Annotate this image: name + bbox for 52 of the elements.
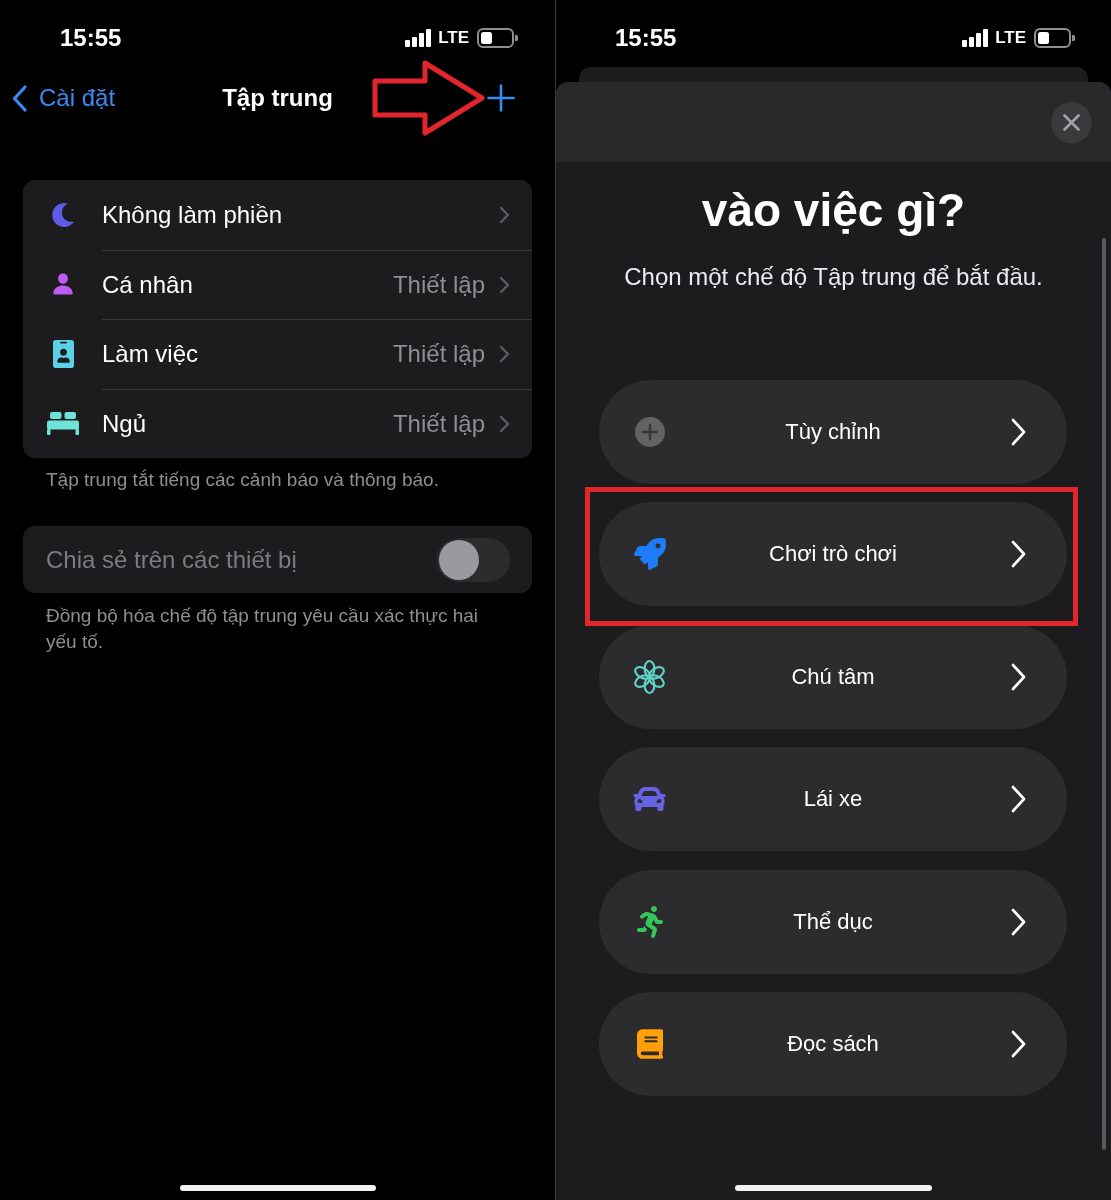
plus-circle-icon bbox=[634, 417, 665, 447]
nav-title: Tập trung bbox=[222, 83, 333, 113]
focus-option-button[interactable]: Tùy chỉnh bbox=[599, 380, 1067, 484]
chevron-right-icon bbox=[499, 205, 510, 224]
focus-note: Tập trung tắt tiếng các cảnh báo và thông báo. bbox=[46, 469, 440, 491]
focus-mode-label[interactable]: Không làm phiền bbox=[102, 199, 499, 230]
flower-icon bbox=[632, 658, 667, 695]
status-time: 15:55 bbox=[615, 24, 677, 52]
person-icon bbox=[51, 272, 75, 297]
network-label: LTE bbox=[438, 28, 469, 48]
add-button[interactable] bbox=[487, 84, 515, 112]
focus-option-button[interactable]: Đọc sách bbox=[599, 991, 1067, 1096]
moon-icon bbox=[51, 202, 75, 227]
close-button[interactable] bbox=[1051, 101, 1092, 143]
setup-status: Thiết lập bbox=[392, 269, 485, 300]
focus-mode-label[interactable]: Ngủ bbox=[102, 408, 393, 439]
signal-icon bbox=[405, 29, 432, 47]
focus-mode-label[interactable]: Cá nhân bbox=[102, 269, 393, 300]
bed-icon bbox=[47, 411, 79, 435]
plus-icon bbox=[487, 84, 515, 112]
chevron-left-icon bbox=[12, 84, 27, 112]
chevron-right-icon bbox=[499, 275, 510, 294]
runner-icon bbox=[636, 905, 663, 938]
status-time: 15:55 bbox=[60, 24, 122, 52]
rocket-icon bbox=[633, 538, 666, 571]
setup-status: Thiết lập bbox=[392, 408, 485, 439]
sheet-title: vào việc gì? bbox=[700, 184, 967, 236]
share-label: Chia sẻ trên các thiết bị bbox=[46, 544, 298, 575]
chevron-right-icon bbox=[1011, 785, 1026, 814]
chevron-right-icon bbox=[1011, 907, 1026, 936]
signal-icon bbox=[962, 29, 989, 47]
book-icon bbox=[636, 1028, 663, 1059]
back-button[interactable]: Cài đặt bbox=[12, 83, 116, 113]
chevron-right-icon bbox=[1011, 418, 1026, 446]
chevron-right-icon bbox=[499, 414, 510, 433]
focus-option-button[interactable]: Thể dục bbox=[599, 869, 1067, 974]
focus-option-button[interactable]: Lái xe bbox=[599, 747, 1067, 852]
setup-status: Thiết lập bbox=[392, 339, 485, 370]
chevron-right-icon bbox=[1011, 1029, 1026, 1058]
focus-option-button[interactable]: Chú tâm bbox=[599, 624, 1067, 729]
focus-option-button[interactable]: Chơi trò chơi bbox=[599, 502, 1067, 607]
battery-icon bbox=[1034, 28, 1075, 48]
sheet-subtitle: Chọn một chế độ Tập trung để bắt đầu. bbox=[623, 263, 1044, 291]
close-icon bbox=[1063, 113, 1080, 131]
chevron-right-icon bbox=[1011, 540, 1026, 569]
focus-mode-label[interactable]: Làm việc bbox=[102, 339, 393, 370]
network-label: LTE bbox=[995, 28, 1026, 48]
chevron-right-icon bbox=[499, 345, 510, 364]
battery-icon bbox=[477, 28, 518, 48]
chevron-right-icon bbox=[1011, 662, 1026, 691]
share-note: Đồng bộ hóa chế độ tập trung yêu cầu xác thực hai yếu tố. bbox=[46, 604, 480, 654]
id-badge-icon bbox=[52, 339, 74, 368]
